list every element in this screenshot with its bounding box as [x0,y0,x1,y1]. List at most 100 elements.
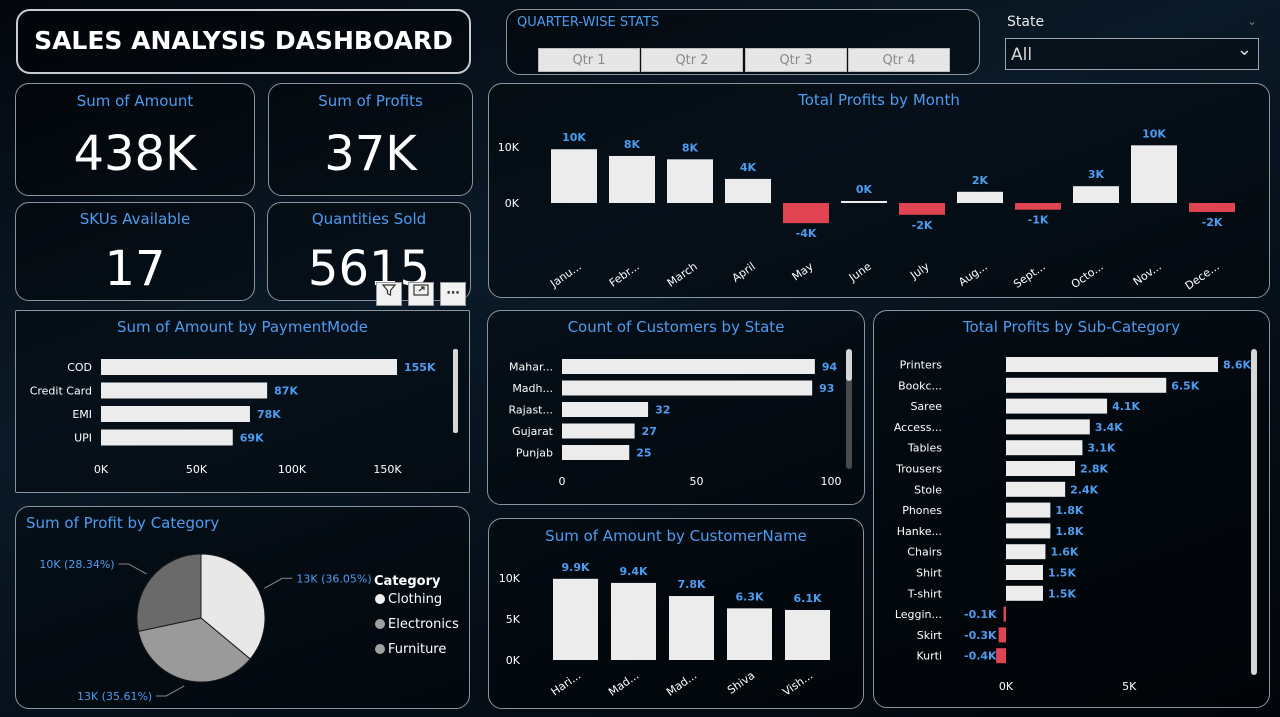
bar [667,159,713,203]
data-label: 6.3K [735,590,763,603]
state-dropdown[interactable]: All ⌄ [1005,38,1259,70]
month-chart-svg: 10K 0K 10K Janu... 8K Febr... 8K March 4K April -4… [498,127,1235,293]
bar [553,578,598,660]
data-label: 155K [404,361,436,374]
y-tick-label: Saree [910,400,942,413]
bar [101,406,250,422]
legend-title: Category [374,574,441,589]
bar [1006,440,1083,456]
x-tick-label: Janu... [547,260,583,291]
bar [1006,357,1218,372]
x-tick-label: April [730,260,758,285]
x-tick-label: Vish... [780,669,815,699]
data-label: 1.5K [1048,567,1076,580]
bar [609,155,655,203]
bar [727,608,772,660]
y-tick-label: Gujarat [512,425,554,438]
pie-slice [136,553,202,632]
filter-icon[interactable] [376,282,402,306]
y-tick-label: Punjab [516,447,553,460]
y-tick-label: Tables [907,442,942,455]
bar [957,191,1003,203]
bar [551,149,597,203]
data-label: 25 [636,447,651,460]
bar [1073,186,1119,203]
leader-line [264,577,293,589]
bar [1006,523,1051,539]
bar [1003,606,1006,622]
kpi-card-sum-profits: Sum of Profits 37K [268,83,473,196]
y-tick-label: COD [67,361,92,374]
y-tick-label: 5K [506,613,521,626]
x-tick-label: 50 [690,475,704,488]
data-label: 3K [1088,168,1105,181]
qtr-2-button[interactable]: Qtr 2 [641,48,743,72]
bar [611,582,656,660]
data-label: 3.1K [1087,442,1115,455]
bar [669,596,714,660]
x-tick-label: 50K [186,463,208,476]
x-tick-label: Febr... [607,260,642,290]
y-tick-label: 0K [505,197,520,210]
qtr-1-button[interactable]: Qtr 1 [538,48,640,72]
y-tick-label: Access... [894,421,942,434]
bar [1006,544,1046,560]
scrollbar [1251,349,1257,675]
data-label: 69K [240,432,264,445]
x-tick-label: Mad... [606,669,641,699]
chart-profits-by-month: Total Profits by Month 10K 0K 10K Janu... 8K… [488,83,1270,298]
bar [101,429,233,446]
data-label: 1.6K [1050,546,1078,559]
customername-chart-svg: 10K 5K 0K 9.9K Hari... 9.4K Mad... 7.8K Mad... 6.… [499,561,830,699]
x-tick-label: Shiva [725,669,757,697]
bar [996,648,1006,664]
chevron-down-icon[interactable]: ⌄ [1247,14,1257,28]
x-tick-label: 5K [1122,680,1137,693]
y-tick-label: Phones [902,504,942,517]
x-tick-label: May [790,260,816,284]
kpi-label: Sum of Amount [76,92,194,110]
quarter-slicer-title: QUARTER-WISE STATS [517,15,660,30]
bar [899,203,945,215]
x-tick-label: Octo... [1069,260,1106,291]
x-tick-label: July [907,260,932,283]
bar [785,609,830,660]
more-options-icon[interactable]: ⋯ [440,282,466,306]
qtr-3-button[interactable]: Qtr 3 [745,48,847,72]
x-tick-label: Aug... [956,260,990,289]
bar [101,359,397,375]
qtr-4-button[interactable]: Qtr 4 [848,48,950,72]
data-label: 32 [655,404,670,417]
leader-line [156,685,185,697]
y-tick-label: Mahar... [509,361,553,374]
x-tick-label: Hari... [549,669,584,699]
data-label: 3.4K [1095,421,1123,434]
y-tick-label: Hanke... [897,525,942,538]
subcategory-chart-svg: Printers 8.6K Bookc... 6.5K Saree 4.1K Access.… [894,349,1257,693]
x-tick-label: 0K [94,463,109,476]
data-label: -0.3K [964,629,997,642]
focus-mode-icon[interactable] [408,282,434,306]
bar [1006,419,1090,435]
legend-marker [375,619,385,629]
data-label: 9.9K [561,561,589,574]
y-tick-label: T-shirt [907,587,943,600]
kpi-label: Sum of Profits [318,92,423,110]
y-tick-label: Rajast... [509,404,553,417]
slice-label: 13K (36.05%) [296,572,371,585]
data-label: -2K [912,219,933,232]
legend-marker [375,594,385,604]
data-label: 27 [642,425,657,438]
bar [562,380,813,396]
data-label: 87K [274,385,298,398]
state-filter: State ⌄ All ⌄ [1005,12,1261,74]
x-tick-label: March [665,260,700,290]
y-tick-label: EMI [72,408,92,421]
data-label: 0K [856,183,873,196]
y-tick-label: Shirt [916,567,943,580]
leader-line [118,563,147,575]
data-label: -1K [1028,214,1049,227]
x-tick-label: 150K [373,463,402,476]
kpi-card-skus: SKUs Available 17 [15,202,255,301]
slice-label: 13K (35.61%) [77,690,152,703]
